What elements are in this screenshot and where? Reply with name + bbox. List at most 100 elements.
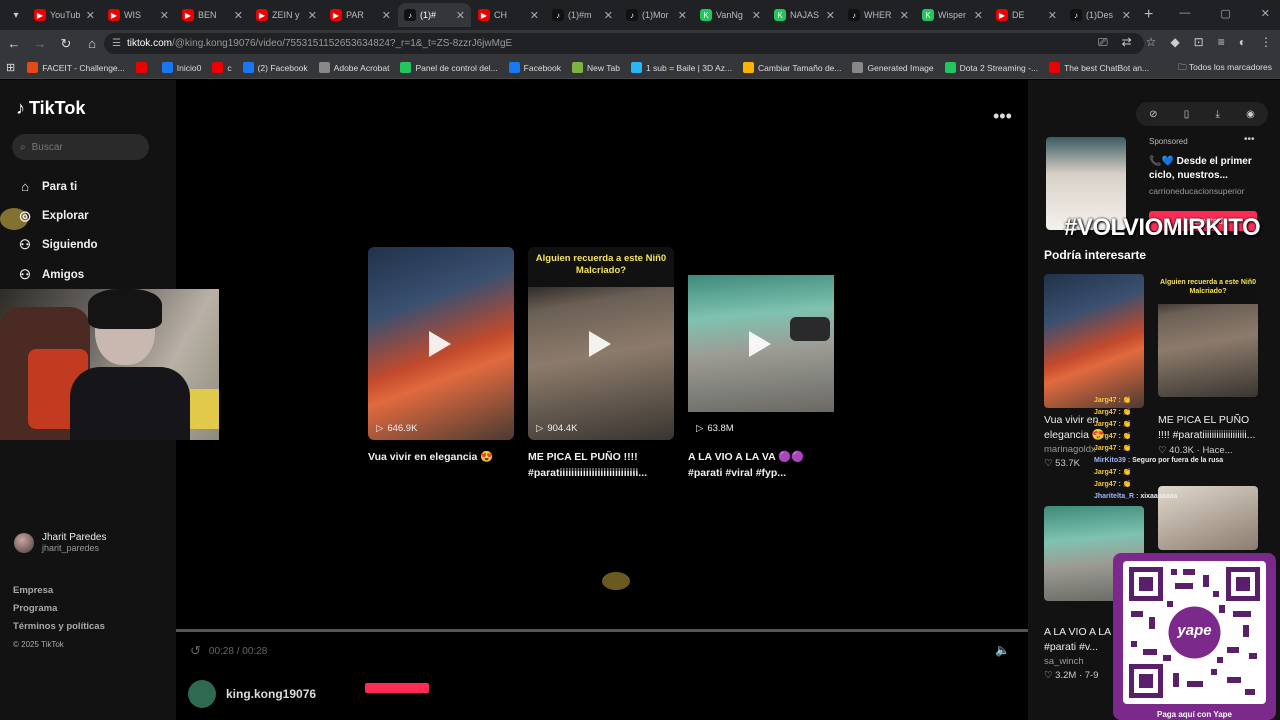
video-card[interactable]: ▷ 63.8M A LA VIO A LA VA 🟣🟣 #parati #vira…: [688, 247, 834, 481]
browser-tab[interactable]: ▶ DE ✕: [990, 3, 1063, 27]
browser-tab[interactable]: ▶ YouTub ✕: [28, 3, 101, 27]
sponsored-title[interactable]: 📞💙 Desde el primer ciclo, nuestros...: [1149, 155, 1264, 183]
sidebar-nav-item[interactable]: ⚇ Amigos: [16, 260, 98, 289]
bookmark-item[interactable]: Dota 2 Streaming -...: [944, 62, 1038, 73]
author-avatar[interactable]: [188, 680, 216, 708]
volume-icon[interactable]: 🔈: [995, 643, 1010, 657]
browser-tab[interactable]: ♪ WHER ✕: [842, 3, 915, 27]
home-icon[interactable]: ⌂: [80, 36, 104, 51]
translate-icon[interactable]: ⇄: [1122, 35, 1132, 50]
all-bookmarks-folder[interactable]: 🗀 Todos los marcadores: [1178, 62, 1272, 76]
close-tab-icon[interactable]: ✕: [382, 9, 391, 22]
footer-link[interactable]: Empresa: [13, 582, 105, 600]
browser-tab[interactable]: K VanNg ✕: [694, 3, 767, 27]
replay-icon[interactable]: ↺: [190, 643, 201, 659]
bookmark-item[interactable]: [135, 62, 151, 73]
video-card[interactable]: ▷ 646.9K Vua vivir en elegancia 😍: [368, 247, 514, 481]
browser-tab[interactable]: ▶ CH ✕: [472, 3, 545, 27]
reload-icon[interactable]: ↻: [54, 36, 78, 52]
phone-icon[interactable]: ▯: [1184, 109, 1190, 120]
video-card[interactable]: Alguien recuerda a este Niñ0 Malcriado? …: [528, 247, 674, 481]
maximize-icon[interactable]: ▢: [1220, 7, 1230, 20]
close-tab-icon[interactable]: ✕: [308, 9, 317, 22]
tiktok-logo[interactable]: ♪ TikTok: [16, 98, 85, 119]
close-tab-icon[interactable]: ✕: [1122, 9, 1131, 22]
browser-tab[interactable]: ▶ BEN ✕: [176, 3, 249, 27]
browser-tab[interactable]: ▶ WIS ✕: [102, 3, 175, 27]
back-icon[interactable]: ←: [2, 36, 26, 51]
close-tab-icon[interactable]: ✕: [826, 9, 835, 22]
video-thumbnail[interactable]: ▷ 63.8M: [688, 247, 834, 440]
bookmark-star-icon[interactable]: ☆: [1146, 35, 1157, 50]
footer-link[interactable]: Programa: [13, 600, 105, 618]
site-info-icon[interactable]: ☰: [112, 38, 121, 49]
sponsored-source[interactable]: carrioneducacionsuperior: [1149, 186, 1244, 196]
bookmark-item[interactable]: Adobe Acrobat: [318, 62, 389, 73]
close-tab-icon[interactable]: ✕: [752, 9, 761, 22]
minimize-icon[interactable]: —: [1179, 7, 1190, 20]
browser-tab[interactable]: ♪ (1)#m ✕: [546, 3, 619, 27]
author-name[interactable]: king.kong19076: [226, 687, 316, 701]
profile-icon[interactable]: ◐: [1239, 35, 1246, 50]
close-tab-icon[interactable]: ✕: [1048, 9, 1057, 22]
video-caption[interactable]: ME PICA EL PUÑO !!!! #paratiiiiiiiiiiiii…: [528, 449, 674, 481]
bookmark-item[interactable]: The best ChatBot an...: [1049, 62, 1149, 73]
bookmark-item[interactable]: FACEIT - Challenge...: [27, 62, 125, 73]
browser-tab[interactable]: ▶ PAR ✕: [324, 3, 397, 27]
footer-link[interactable]: Términos y políticas: [13, 618, 105, 636]
bookmark-item[interactable]: 1 sub = Baile | 3D Az...: [630, 62, 732, 73]
close-tab-icon[interactable]: ✕: [604, 9, 613, 22]
extension-icon[interactable]: ◆: [1170, 35, 1179, 50]
media-icon[interactable]: ≡: [1218, 35, 1225, 50]
close-tab-icon[interactable]: ✕: [530, 9, 539, 22]
sidebar-nav-item[interactable]: ⚇ Siguiendo: [16, 231, 97, 260]
video-author[interactable]: king.kong19076: [188, 680, 316, 708]
bookmark-item[interactable]: Generated Image: [852, 62, 934, 73]
browser-tab[interactable]: ♪ (1)# ✕: [398, 3, 471, 27]
browser-tab[interactable]: ♪ (1)Des ✕: [1064, 3, 1137, 27]
close-tab-icon[interactable]: ✕: [900, 9, 909, 22]
browser-tab[interactable]: K Wisper ✕: [916, 3, 989, 27]
close-tab-icon[interactable]: ✕: [234, 9, 243, 22]
browser-tab[interactable]: K NAJAS ✕: [768, 3, 841, 27]
sidebar-nav-item[interactable]: ◎ Explorar: [16, 201, 98, 230]
browser-tab[interactable]: ♪ (1)Mor ✕: [620, 3, 693, 27]
follow-button[interactable]: [365, 683, 429, 693]
extensions-puzzle-icon[interactable]: ⊡: [1194, 35, 1204, 50]
bookmark-item[interactable]: Panel de control del...: [400, 62, 498, 73]
bookmark-item[interactable]: Cambiar Tamaño de...: [743, 62, 841, 73]
close-tab-icon[interactable]: ✕: [86, 9, 95, 22]
bookmark-item[interactable]: c: [212, 62, 232, 73]
sponsored-more-icon[interactable]: •••: [1244, 134, 1255, 145]
apps-grid-icon[interactable]: ⊞: [6, 61, 15, 74]
new-tab-button[interactable]: +: [1144, 6, 1153, 24]
sidebar-nav-item[interactable]: ⌂ Para ti: [16, 172, 98, 201]
suggested-account[interactable]: Jharit Paredes jharit_paredes: [14, 532, 106, 553]
video-thumbnail[interactable]: Alguien recuerda a este Niñ0 Malcriado? …: [528, 247, 674, 440]
bookmark-item[interactable]: Facebook: [508, 62, 561, 73]
bookmark-item[interactable]: Inicio0: [161, 62, 201, 73]
browser-menu-icon[interactable]: ⋮: [1260, 35, 1272, 50]
progress-bar[interactable]: [176, 629, 1028, 632]
close-tab-icon[interactable]: ✕: [160, 9, 169, 22]
user-avatar[interactable]: ◉: [1246, 109, 1255, 120]
share-icon[interactable]: ⊘: [1149, 109, 1157, 120]
video-thumbnail[interactable]: Alguien recuerda a este Niñ0 Malcriado?: [1158, 274, 1258, 397]
tab-search-icon[interactable]: ▾: [4, 4, 28, 26]
close-tab-icon[interactable]: ✕: [974, 9, 983, 22]
search-input[interactable]: ⌕ Buscar: [12, 134, 149, 160]
bookmark-item[interactable]: (2) Facebook: [242, 62, 308, 73]
video-thumbnail[interactable]: ▷ 646.9K: [368, 247, 514, 440]
video-thumbnail[interactable]: [1044, 274, 1144, 408]
close-tab-icon[interactable]: ✕: [678, 9, 687, 22]
download-icon[interactable]: ⤓: [1215, 109, 1219, 120]
browser-tab[interactable]: ▶ ZEIN y ✕: [250, 3, 323, 27]
close-window-icon[interactable]: ✕: [1261, 7, 1270, 20]
bookmark-item[interactable]: New Tab: [572, 62, 620, 73]
cast-icon[interactable]: ⎚: [1098, 35, 1108, 50]
url-input[interactable]: ☰ tiktok.com/@king.kong19076/video/75531…: [104, 33, 1144, 54]
close-tab-icon[interactable]: ✕: [456, 9, 465, 22]
video-caption[interactable]: A LA VIO A LA VA 🟣🟣 #parati #viral #fyp.…: [688, 449, 834, 481]
video-caption[interactable]: Vua vivir en elegancia 😍: [368, 449, 514, 465]
more-options-icon[interactable]: •••: [993, 106, 1012, 127]
